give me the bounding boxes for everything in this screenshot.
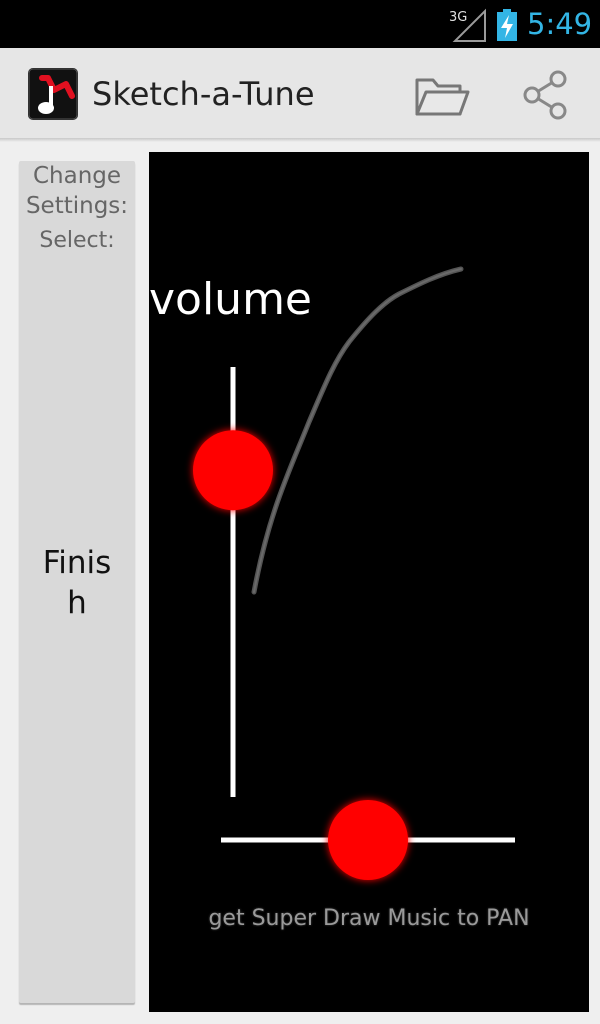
signal-icon: 3G	[449, 8, 486, 42]
parameter-label: volume	[149, 274, 313, 325]
finish-button[interactable]: Finish	[19, 543, 135, 623]
status-clock: 5:49	[527, 7, 593, 41]
folder-open-icon[interactable]	[414, 72, 470, 118]
app-title: Sketch-a-Tune	[92, 75, 315, 113]
settings-panel: Change Settings: Select: Finish	[19, 161, 135, 1003]
battery-charging-icon	[497, 9, 517, 41]
action-bar: Sketch-a-Tune	[0, 48, 600, 138]
pan-upgrade-message[interactable]: get Super Draw Music to PAN	[149, 904, 589, 934]
share-icon[interactable]	[520, 70, 568, 120]
drawing-canvas[interactable]: volume get Super Draw Music to PAN	[149, 152, 589, 1012]
horizontal-slider-knob[interactable]	[328, 800, 408, 880]
status-bar: 3G 5:49	[0, 0, 600, 48]
network-type-label: 3G	[449, 10, 467, 25]
change-settings-label: Change Settings:	[25, 163, 129, 219]
select-label: Select:	[39, 228, 115, 253]
vertical-slider-knob[interactable]	[193, 430, 273, 511]
action-bar-divider	[0, 138, 600, 142]
app-logo-icon[interactable]	[28, 68, 78, 120]
